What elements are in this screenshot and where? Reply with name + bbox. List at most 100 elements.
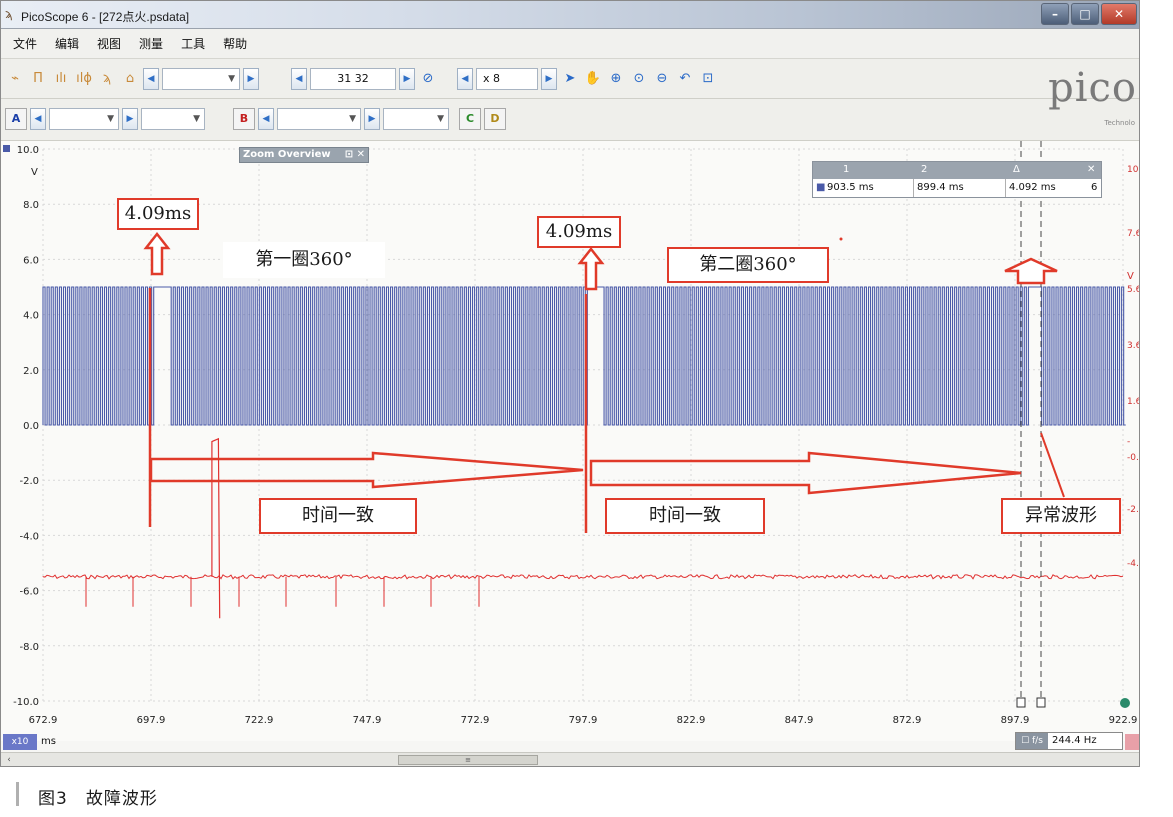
menu-help[interactable]: 帮助 [223,35,247,52]
x-tick-label: 772.9 [461,715,490,726]
window-title: PicoScope 6 - [272点火.psdata] [21,10,190,24]
scroll-thumb[interactable]: ≡ [398,755,538,765]
menu-tools[interactable]: 工具 [181,35,205,52]
ruler-legend[interactable]: 1 2 Δ ✕ ■ 903.5 ms 899.4 ms 4.092 ms 6 [812,161,1102,198]
x-tick-label: 797.9 [569,715,598,726]
y-tick-label-left: 2.0 [23,366,39,377]
abnormal-waveform-label: 异常波形 [1001,498,1121,534]
persistence-mode-icon[interactable]: Π [28,69,48,89]
frequency-tag: ☐ f/s [1016,733,1048,749]
window-controls: – □ ✕ [1041,3,1137,25]
channel-a-coupling-select[interactable]: ▼ [141,108,205,130]
channel-b-ignition-pulse [211,437,221,619]
figure-caption: 图3 故障波形 [38,789,158,809]
x-tick-label: 722.9 [245,715,274,726]
y-tick-label-left: -2.0 [19,476,39,487]
zoom-overview-panel[interactable]: Zoom Overview ⊡ ✕ [239,147,369,163]
channel-a-range-decrease-button[interactable]: ◀ [30,108,46,130]
buffer-overview-icon[interactable]: ⊘ [418,69,438,89]
zoom-field[interactable]: x 8 [476,68,538,90]
channel-a-axis-icon [3,145,10,152]
zoom-decrease-button[interactable]: ◀ [457,68,473,90]
zoom-overview-controls[interactable]: ⊡ ✕ [345,148,365,162]
time-ruler-handle [1036,697,1046,708]
period-label-1: 4.09ms [117,198,199,230]
x-unit-tag[interactable]: x10 [3,734,37,750]
probe-icon[interactable]: ϡ [97,69,117,89]
zoom-in-icon[interactable]: ⊕ [606,69,626,89]
same-time-label-1: 时间一致 [259,498,417,534]
channel-b-marker[interactable] [1125,734,1139,750]
channel-a-range-select[interactable]: ▼ [49,108,119,130]
frequency-value: 244.4 Hz [1052,735,1097,746]
ruler-header: 1 2 Δ ✕ [813,162,1101,179]
time-ruler-handle [1016,697,1026,708]
scroll-left-icon[interactable]: ‹ [3,754,15,766]
channel-c-button[interactable]: C [459,108,481,130]
left-axis-unit: V [31,167,38,178]
timebase-increase-button[interactable]: ▶ [243,68,259,90]
abnormal-arrow [1004,257,1058,285]
zoom-region-icon[interactable]: ⊙ [629,69,649,89]
ruler-header-delta: Δ [1013,164,1020,175]
zoom-increase-button[interactable]: ▶ [541,68,557,90]
y-tick-label-right: 3.6 [1127,341,1140,351]
channel-d-button[interactable]: D [484,108,506,130]
buffer-previous-button[interactable]: ◀ [291,68,307,90]
y-tick-label-right: 1.6 [1127,397,1140,407]
y-tick-label-right: -4. [1127,559,1139,569]
y-tick-label-left: -6.0 [19,587,39,598]
x-tick-label: 747.9 [353,715,382,726]
select-cursor-icon[interactable]: ➤ [560,69,580,89]
y-tick-label-right: 5.6 [1127,285,1140,295]
channel-a-button[interactable]: A [5,108,27,130]
menu-file[interactable]: 文件 [13,35,37,52]
buffer-next-button[interactable]: ▶ [399,68,415,90]
timebase-select[interactable]: ▼ [162,68,240,90]
trigger-marker-icon [1120,698,1130,708]
spectrum-mode-icon[interactable]: ılı [51,69,71,89]
x-tick-label: 672.9 [29,715,58,726]
ruler-value-1: 903.5 ms [827,182,874,193]
y-tick-label-left: -4.0 [19,531,39,542]
ruler-row: ■ 903.5 ms 899.4 ms 4.092 ms 6 [813,179,1101,197]
close-button[interactable]: ✕ [1101,3,1137,25]
y-tick-label-right: -2. [1127,505,1139,515]
buffer-field[interactable]: 31 32 [310,68,396,90]
channel-b-range-increase-button[interactable]: ▶ [364,108,380,130]
trigger-icon[interactable]: ⌂ [120,69,140,89]
channel-b-range-select[interactable]: ▼ [277,108,361,130]
abnormal-pointer [1040,432,1065,498]
frequency-measurement[interactable]: ☐ f/s 244.4 Hz [1015,732,1123,750]
ruler-close-icon[interactable]: ✕ [1087,164,1095,175]
channel-b-coupling-select[interactable]: ▼ [383,108,449,130]
x-tick-label: 897.9 [1001,715,1030,726]
maximize-button[interactable]: □ [1071,3,1099,25]
app-icon: ϡ [5,7,13,21]
main-toolbar: ⌁ Π ılı ılɸ ϡ ⌂ ◀ ▼ ▶ ◀ 31 32 ▶ ⊘ ◀ x 8 … [1,59,1139,99]
channel-b-range-decrease-button[interactable]: ◀ [258,108,274,130]
menu-edit[interactable]: 编辑 [55,35,79,52]
channel-toolbar: A ◀ ▼ ▶ ▼ B ◀ ▼ ▶ ▼ C D [1,99,1139,141]
figure-caption-area: 图3 故障波形 [0,770,1173,817]
channel-b-controls: B ◀ ▼ ▶ ▼ [233,107,449,131]
channel-b-button[interactable]: B [233,108,255,130]
y-tick-label-left: -8.0 [19,642,39,653]
pan-hand-icon[interactable]: ✋ [583,69,603,89]
spectrum-view-icon[interactable]: ılɸ [74,69,94,89]
timebase-decrease-button[interactable]: ◀ [143,68,159,90]
menu-measurements[interactable]: 测量 [139,35,163,52]
minimize-button[interactable]: – [1041,3,1069,25]
channel-a-range-increase-button[interactable]: ▶ [122,108,138,130]
scope-mode-icon[interactable]: ⌁ [5,69,25,89]
undo-zoom-icon[interactable]: ↶ [675,69,695,89]
horizontal-scrollbar[interactable]: ‹ ≡ [1,752,1139,766]
menu-view[interactable]: 视图 [97,35,121,52]
pico-logo-text: pico [1048,65,1137,111]
second-turn-label: 第二圈360° [667,247,829,283]
x-tick-label: 872.9 [893,715,922,726]
zoom-out-icon[interactable]: ⊖ [652,69,672,89]
ruler-channel-icon: ■ [816,182,826,193]
zoom-to-fit-icon[interactable]: ⊡ [698,69,718,89]
ruler-value-2: 899.4 ms [917,182,964,193]
